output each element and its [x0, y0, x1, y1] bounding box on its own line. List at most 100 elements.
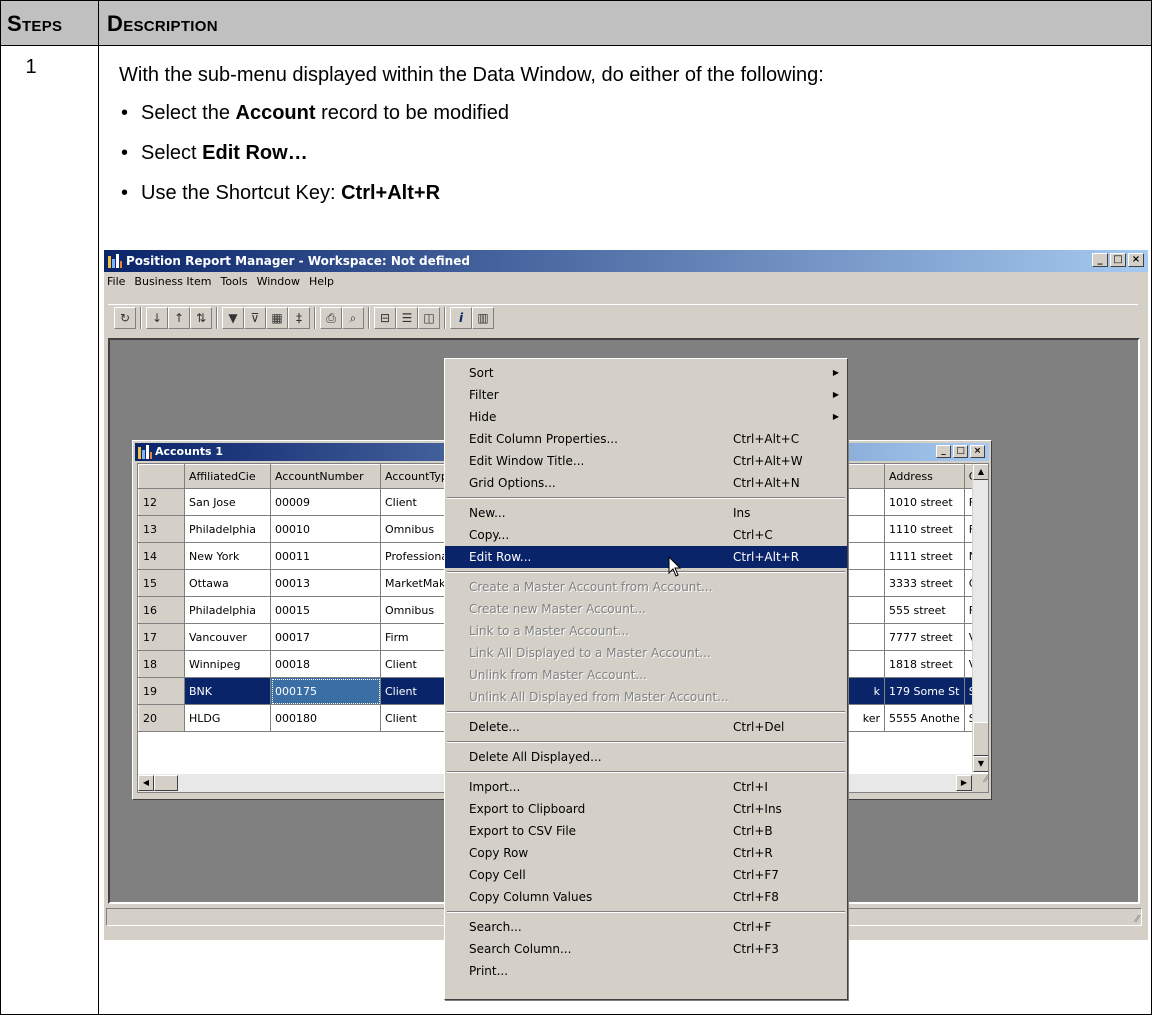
cell-account-number[interactable]: 00009	[270, 488, 381, 516]
cell-affiliated-cie[interactable]: Winnipeg	[184, 650, 271, 678]
sort-descending-icon[interactable]: ↑	[168, 307, 190, 329]
scroll-thumb[interactable]	[973, 722, 988, 756]
menu-item-filter[interactable]: Filter ▶	[445, 384, 847, 406]
cell-address[interactable]: 1818 street	[884, 650, 965, 678]
split-columns-icon[interactable]: ◫	[418, 307, 440, 329]
cell-account-number[interactable]: 000180	[270, 704, 381, 732]
cell-address[interactable]: 5555 Anothe	[884, 704, 965, 732]
vertical-scrollbar[interactable]: ▲ ▼	[972, 464, 988, 772]
info-icon[interactable]: i	[450, 307, 472, 329]
menu-item-sort[interactable]: Sort ▶	[445, 362, 847, 384]
window-controls: _ □ ×	[1090, 253, 1144, 269]
cell-address[interactable]: 555 street	[884, 596, 965, 624]
menu-item-export-csv[interactable]: Export to CSV File Ctrl+B	[445, 820, 847, 842]
column-properties-icon[interactable]: ▥	[472, 307, 494, 329]
row-number[interactable]: 19	[138, 677, 185, 705]
menu-item-hide[interactable]: Hide ▶	[445, 406, 847, 428]
minimize-button[interactable]: _	[1092, 253, 1108, 267]
menu-item-print[interactable]: Print...	[445, 960, 847, 982]
scroll-up-arrow-icon[interactable]: ▲	[973, 464, 988, 480]
child-minimize-button[interactable]: _	[936, 445, 951, 458]
menu-item-copy-column-values[interactable]: Copy Column Values Ctrl+F8	[445, 886, 847, 908]
cell-address[interactable]: 3333 street	[884, 569, 965, 597]
row-number[interactable]: 17	[138, 623, 185, 651]
row-number[interactable]: 18	[138, 650, 185, 678]
menu-file[interactable]: File	[107, 275, 125, 288]
cell-affiliated-cie[interactable]: San Jose	[184, 488, 271, 516]
cell-account-number[interactable]: 00011	[270, 542, 381, 570]
menu-item-import[interactable]: Import... Ctrl+I	[445, 776, 847, 798]
custom-sort-icon[interactable]: ⇅	[190, 307, 212, 329]
cell-address[interactable]: 1010 street	[884, 488, 965, 516]
menu-item-copy[interactable]: Copy... Ctrl+C	[445, 524, 847, 546]
menu-help[interactable]: Help	[309, 275, 334, 288]
submenu-arrow-icon: ▶	[832, 368, 839, 377]
menu-tools[interactable]: Tools	[220, 275, 247, 288]
print-icon[interactable]: ⎙	[320, 307, 342, 329]
menu-item-delete-all-displayed[interactable]: Delete All Displayed...	[445, 746, 847, 768]
menu-item-export-clipboard[interactable]: Export to Clipboard Ctrl+Ins	[445, 798, 847, 820]
cell-affiliated-cie[interactable]: BNK	[184, 677, 271, 705]
close-button[interactable]: ×	[1128, 253, 1144, 267]
row-number[interactable]: 12	[138, 488, 185, 516]
sort-ascending-icon[interactable]: ↓	[146, 307, 168, 329]
menu-item-edit-row[interactable]: Edit Row... Ctrl+Alt+R	[445, 546, 847, 568]
cell-affiliated-cie[interactable]: Ottawa	[184, 569, 271, 597]
child-maximize-button[interactable]: □	[953, 445, 968, 458]
cell-address[interactable]: 1111 street	[884, 542, 965, 570]
cell-account-number[interactable]: 00018	[270, 650, 381, 678]
cell-account-number[interactable]: 00010	[270, 515, 381, 543]
corner-cell[interactable]	[138, 464, 185, 489]
scroll-down-arrow-icon[interactable]: ▼	[973, 756, 988, 772]
child-close-button[interactable]: ×	[970, 445, 985, 458]
cell-affiliated-cie[interactable]: Philadelphia	[184, 596, 271, 624]
maximize-button[interactable]: □	[1110, 253, 1126, 267]
menu-item-new[interactable]: New... Ins	[445, 502, 847, 524]
clear-filter-icon[interactable]: ⊽	[244, 307, 266, 329]
menu-item-edit-window-title[interactable]: Edit Window Title... Ctrl+Alt+W	[445, 450, 847, 472]
row-number[interactable]: 20	[138, 704, 185, 732]
split-rows-icon[interactable]: ☰	[396, 307, 418, 329]
cell-affiliated-cie[interactable]: New York	[184, 542, 271, 570]
menu-item-grid-options[interactable]: Grid Options... Ctrl+Alt+N	[445, 472, 847, 494]
filter-icon[interactable]: ▼	[222, 307, 244, 329]
find-icon[interactable]: ⌕	[342, 307, 364, 329]
row-number[interactable]: 13	[138, 515, 185, 543]
column-header[interactable]: AccountNumber	[270, 464, 381, 489]
cell-address[interactable]: 179 Some St	[884, 677, 965, 705]
row-number[interactable]: 16	[138, 596, 185, 624]
row-number[interactable]: 14	[138, 542, 185, 570]
cell-affiliated-cie[interactable]: Philadelphia	[184, 515, 271, 543]
menu-item-copy-row[interactable]: Copy Row Ctrl+R	[445, 842, 847, 864]
cell-affiliated-cie[interactable]: Vancouver	[184, 623, 271, 651]
menu-item-shortcut: Ctrl+Alt+N	[733, 476, 800, 490]
app-titlebar[interactable]: Position Report Manager - Workspace: Not…	[104, 250, 1148, 272]
cell-affiliated-cie[interactable]: HLDG	[184, 704, 271, 732]
menu-window[interactable]: Window	[257, 275, 300, 288]
split-horizontal-icon[interactable]: ⊟	[374, 307, 396, 329]
refresh-icon[interactable]: ↻	[114, 307, 136, 329]
column-header[interactable]: Address	[884, 464, 965, 489]
cell-account-number[interactable]: 000175	[270, 677, 381, 705]
status-resize-grip-icon[interactable]: ⁄⁄	[1136, 914, 1139, 925]
cell-account-number[interactable]: 00017	[270, 623, 381, 651]
row-number[interactable]: 15	[138, 569, 185, 597]
table-header: Steps Description	[1, 1, 1151, 46]
hide-column-icon[interactable]: ‡	[288, 307, 310, 329]
cell-account-number[interactable]: 00015	[270, 596, 381, 624]
hscroll-thumb[interactable]	[154, 775, 178, 791]
grid-icon[interactable]: ▦	[266, 307, 288, 329]
menu-item-delete[interactable]: Delete... Ctrl+Del	[445, 716, 847, 738]
menu-item-copy-cell[interactable]: Copy Cell Ctrl+F7	[445, 864, 847, 886]
cell-account-number[interactable]: 00013	[270, 569, 381, 597]
scroll-left-arrow-icon[interactable]: ◀	[138, 775, 154, 791]
scroll-right-arrow-icon[interactable]: ▶	[956, 775, 972, 791]
resize-grip-icon[interactable]: ⁄⁄	[972, 774, 988, 792]
column-header[interactable]: AffiliatedCie	[184, 464, 271, 489]
menu-item-edit-column-properties[interactable]: Edit Column Properties... Ctrl+Alt+C	[445, 428, 847, 450]
menu-item-search[interactable]: Search... Ctrl+F	[445, 916, 847, 938]
menu-business-item[interactable]: Business Item	[134, 275, 211, 288]
cell-address[interactable]: 7777 street	[884, 623, 965, 651]
menu-item-search-column[interactable]: Search Column... Ctrl+F3	[445, 938, 847, 960]
cell-address[interactable]: 1110 street	[884, 515, 965, 543]
